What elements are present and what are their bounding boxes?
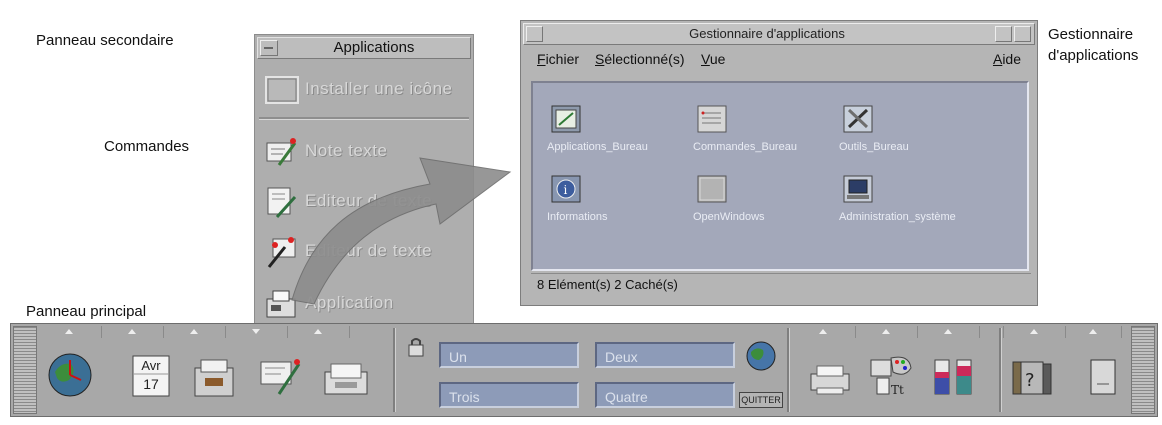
printer-icon[interactable] xyxy=(807,358,853,404)
right-popup-row xyxy=(791,326,1122,338)
item-administration-systeme[interactable]: Administration_système xyxy=(839,173,989,233)
popup-arrow-10[interactable] xyxy=(1003,326,1066,338)
menu-vue[interactable]: Vue xyxy=(701,51,725,67)
panel-separator-left xyxy=(393,328,396,412)
application-manager-window: Gestionnaire d'applications Fichier Séle… xyxy=(520,20,1038,306)
menu-selectionne[interactable]: Sélectionné(s) xyxy=(595,51,685,67)
menu-fichier[interactable]: Fichier xyxy=(537,51,579,67)
popup-arrow-7[interactable] xyxy=(855,326,918,338)
calendar-month: Avr xyxy=(141,358,161,373)
popup-arrow-2[interactable] xyxy=(101,326,164,338)
svg-text:Tt: Tt xyxy=(891,383,904,397)
window-menu-button[interactable] xyxy=(526,26,543,42)
item-informations[interactable]: i Informations xyxy=(547,173,697,233)
appmgr-title: Gestionnaire d'applications xyxy=(689,26,845,41)
workspace-button-un[interactable]: Un xyxy=(439,342,579,368)
menu-aide[interactable]: Aide xyxy=(993,51,1021,67)
calendar-day: 17 xyxy=(143,376,159,392)
appmgr-titlebar[interactable]: Gestionnaire d'applications xyxy=(523,23,1035,45)
callout-app-manager: Gestionnaire d'applications xyxy=(1048,26,1139,64)
item-applications-bureau[interactable]: Applications_Bureau xyxy=(547,103,697,163)
callout-main-panel: Panneau principal xyxy=(26,303,147,320)
globe-icon[interactable] xyxy=(745,340,777,372)
openwindows-folder-icon xyxy=(697,173,727,203)
maximize-button[interactable] xyxy=(1014,26,1031,42)
popup-arrow-1[interactable] xyxy=(37,326,102,338)
drag-arrow-graphic xyxy=(291,157,512,305)
popup-arrow-4-open[interactable] xyxy=(225,326,288,338)
subpanel-title: Applications xyxy=(333,39,415,56)
left-popup-row xyxy=(37,326,397,338)
callout-commands: Commandes xyxy=(104,138,190,155)
front-panel: Avr 17 Un Deux Trois Quatre QUITTER Tt ? xyxy=(10,323,1158,417)
workspace-button-trois[interactable]: Trois xyxy=(439,382,579,408)
item-openwindows[interactable]: OpenWindows xyxy=(693,173,843,233)
desktop-commands-folder-icon xyxy=(697,103,727,133)
appmgr-icon-view: Applications_Bureau Commandes_Bureau Out… xyxy=(531,81,1029,271)
desktop-tools-folder-icon xyxy=(843,103,873,133)
subpanel-divider xyxy=(259,117,469,120)
exit-button[interactable]: QUITTER xyxy=(739,392,783,408)
svg-text:?: ? xyxy=(1025,370,1035,391)
front-panel-right-handle[interactable] xyxy=(1131,326,1155,414)
clock-icon[interactable] xyxy=(47,352,93,398)
appmgr-menubar: Fichier Sélectionné(s) Vue Aide xyxy=(537,51,1021,71)
help-manager-icon[interactable]: ? xyxy=(1011,354,1057,400)
performance-meter-icon[interactable] xyxy=(931,354,977,400)
subpanel-titlebar[interactable]: Applications xyxy=(257,37,471,59)
item-outils-bureau[interactable]: Outils_Bureau xyxy=(839,103,989,163)
svg-text:i: i xyxy=(564,183,568,197)
popup-arrow-11[interactable] xyxy=(1065,326,1122,338)
desktop-apps-folder-icon xyxy=(551,103,581,133)
info-folder-icon: i xyxy=(551,173,581,203)
lock-icon[interactable] xyxy=(405,336,427,358)
subpanel-item-install-icon[interactable]: Installer une icône xyxy=(263,71,469,111)
appmgr-status-bar: 8 Elément(s) 2 Caché(s) xyxy=(531,273,1031,296)
popup-arrow-5[interactable] xyxy=(287,326,350,338)
popup-arrow-3[interactable] xyxy=(163,326,226,338)
window-menu-button[interactable] xyxy=(260,40,278,56)
trash-can-icon[interactable] xyxy=(1081,354,1127,400)
workspace-button-deux[interactable]: Deux xyxy=(595,342,735,368)
mailer-icon[interactable] xyxy=(323,354,369,400)
popup-arrow-8[interactable] xyxy=(917,326,980,338)
panel-separator-far-right xyxy=(999,328,1002,412)
system-admin-folder-icon xyxy=(843,173,873,203)
style-manager-icon[interactable]: Tt xyxy=(869,352,915,398)
front-panel-left-handle[interactable] xyxy=(13,326,37,414)
calendar-icon[interactable]: Avr 17 xyxy=(131,354,177,400)
panel-separator-right xyxy=(787,328,790,412)
callout-subpanel: Panneau secondaire xyxy=(36,32,174,49)
workspace-button-quatre[interactable]: Quatre xyxy=(595,382,735,408)
minimize-button[interactable] xyxy=(995,26,1012,42)
file-manager-icon[interactable] xyxy=(191,354,237,400)
blank-icon-drop xyxy=(265,73,299,107)
text-editor-panel-icon[interactable] xyxy=(259,354,305,400)
popup-arrow-6[interactable] xyxy=(791,326,856,338)
item-commandes-bureau[interactable]: Commandes_Bureau xyxy=(693,103,843,163)
